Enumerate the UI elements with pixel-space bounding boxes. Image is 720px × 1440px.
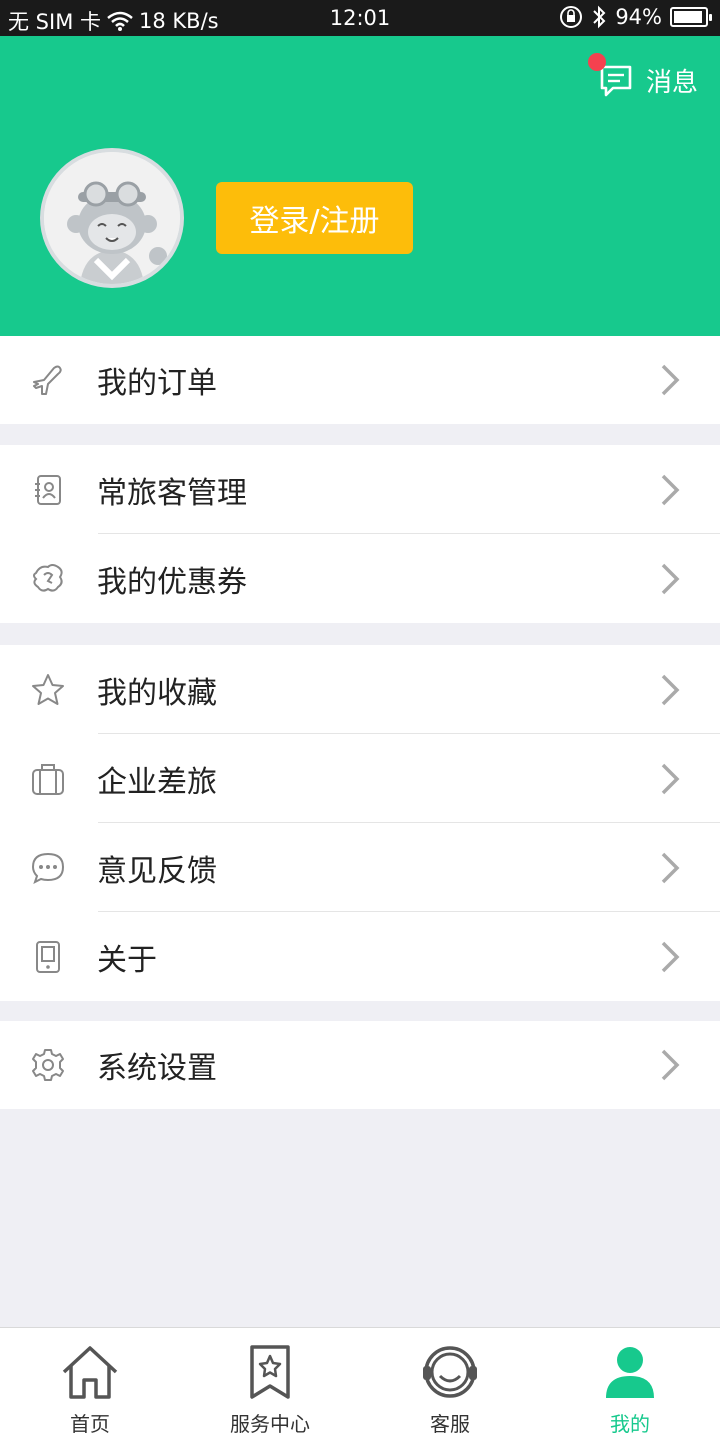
airplane-icon: [33, 365, 62, 395]
menu-item-corporate-travel[interactable]: 企业差旅: [0, 734, 720, 823]
menu-group-misc: 我的收藏 企业差旅 意见反馈 关于: [0, 645, 720, 1001]
chevron-right-icon: [661, 364, 680, 396]
chat-icon: [31, 852, 65, 884]
menu-item-feedback[interactable]: 意见反馈: [0, 823, 720, 912]
menu-item-my-coupons[interactable]: 我的优惠券: [0, 534, 720, 623]
rotation-lock-icon: [560, 6, 583, 28]
briefcase-icon: [32, 763, 64, 795]
login-register-button[interactable]: 登录/注册: [216, 182, 413, 254]
messages-label: 消息: [645, 68, 698, 98]
menu-group-settings: 系统设置: [0, 1021, 720, 1109]
menu-label: 意见反馈: [97, 853, 217, 889]
chevron-right-icon: [661, 941, 680, 972]
unread-dot: [587, 52, 606, 71]
device-icon: [36, 940, 60, 973]
chevron-right-icon: [661, 852, 680, 883]
menu-item-system-settings[interactable]: 系统设置: [0, 1021, 720, 1109]
bluetooth-icon: [593, 5, 606, 29]
home-icon: [62, 1346, 118, 1399]
menu-group-orders: 我的订单: [0, 336, 720, 424]
menu-item-about[interactable]: 关于: [0, 912, 720, 1001]
menu-label: 常旅客管理: [97, 475, 247, 511]
menu-label: 我的收藏: [97, 675, 217, 711]
battery-percent: 94%: [615, 5, 662, 29]
coupon-icon: [33, 563, 63, 592]
nav-service-center[interactable]: 服务中心: [180, 1328, 360, 1440]
nav-label: 我的: [610, 1412, 650, 1436]
bookmark-star-icon: [250, 1345, 290, 1399]
chevron-right-icon: [661, 763, 680, 794]
menu-label: 系统设置: [97, 1051, 217, 1086]
menu-label: 我的优惠券: [97, 564, 247, 600]
profile-header: 消息 登录/注册: [0, 36, 720, 336]
chevron-right-icon: [661, 674, 680, 705]
battery-icon: [670, 7, 712, 27]
menu-item-favorites[interactable]: 我的收藏: [0, 645, 720, 734]
nav-label: 服务中心: [230, 1412, 310, 1436]
menu-item-my-orders[interactable]: 我的订单: [0, 336, 720, 424]
avatar[interactable]: [40, 148, 184, 288]
menu-label: 关于: [97, 942, 157, 978]
menu-label: 企业差旅: [97, 764, 217, 800]
nav-customer-service[interactable]: 客服: [360, 1328, 540, 1440]
chevron-right-icon: [661, 563, 680, 594]
chevron-right-icon: [661, 474, 680, 505]
contact-book-icon: [35, 474, 61, 505]
menu-label: 我的订单: [97, 366, 217, 401]
nav-label: 客服: [430, 1412, 470, 1436]
menu-item-frequent-travelers[interactable]: 常旅客管理: [0, 445, 720, 534]
menu-group-travelers: 常旅客管理 我的优惠券: [0, 445, 720, 623]
mascot-icon: [44, 152, 180, 284]
gear-icon: [32, 1049, 64, 1081]
status-bar: 无 SIM 卡 18 KB/s 12:01 94%: [0, 0, 720, 36]
nav-mine[interactable]: 我的: [540, 1328, 720, 1440]
bottom-navigation: 首页 服务中心 客服 我的: [0, 1327, 720, 1440]
user-icon: [606, 1347, 654, 1398]
star-icon: [32, 673, 64, 705]
nav-label: 首页: [70, 1412, 110, 1436]
messages-button[interactable]: 消息: [587, 52, 698, 99]
headset-icon: [423, 1346, 477, 1398]
chevron-right-icon: [661, 1049, 680, 1081]
nav-home[interactable]: 首页: [0, 1328, 180, 1440]
